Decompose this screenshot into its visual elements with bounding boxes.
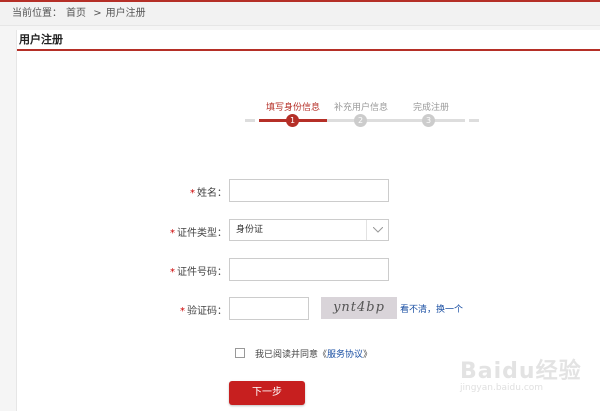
agreement-checkbox[interactable]	[235, 348, 245, 358]
step-label-2: 补充用户信息	[333, 103, 388, 113]
step-dot-1: 1	[286, 114, 299, 127]
id-number-row: * 证件号码：	[17, 258, 600, 282]
captcha-image[interactable]: ynt4bp	[321, 297, 397, 319]
captcha-label: * 验证码：	[180, 302, 227, 317]
watermark-main: Baidu经验	[460, 359, 582, 384]
id-type-select[interactable]: 身份证	[229, 219, 389, 241]
id-number-label-text: 证件号码：	[177, 267, 227, 278]
captcha-input[interactable]	[229, 297, 309, 320]
progress-steps: 填写身份信息 补充用户信息 完成注册 1 2 3	[17, 30, 600, 130]
chevron-down-icon[interactable]	[366, 220, 388, 240]
id-number-label: * 证件号码：	[170, 263, 227, 278]
id-type-selected-value: 身份证	[236, 225, 264, 235]
step-label-3: 完成注册	[412, 103, 449, 113]
step-track-inactive	[327, 119, 465, 122]
required-mark: *	[170, 228, 175, 239]
breadcrumb-current: 用户注册	[105, 8, 146, 19]
breadcrumb: 当前位置： 首页 > 用户注册	[0, 2, 600, 26]
breadcrumb-home-link[interactable]: 首页	[66, 8, 86, 19]
breadcrumb-prefix: 当前位置：	[12, 8, 62, 19]
captcha-row: * 验证码： ynt4bp 看不清，换一个	[17, 297, 600, 321]
next-step-button[interactable]: 下一步	[229, 381, 305, 405]
id-type-row: * 证件类型： 身份证	[17, 219, 600, 243]
required-mark: *	[170, 267, 175, 278]
watermark-logo: Baidu经验 jingyan.baidu.com	[460, 345, 600, 411]
captcha-refresh-link[interactable]: 看不清，换一个	[400, 302, 463, 315]
id-type-label-text: 证件类型：	[177, 228, 227, 239]
name-input[interactable]	[229, 179, 389, 202]
name-row: * 姓名：	[17, 179, 600, 203]
required-mark: *	[190, 188, 195, 199]
agreement-suffix: 》	[363, 350, 373, 360]
service-agreement-link[interactable]: 服务协议	[327, 350, 363, 360]
step-track-right	[469, 119, 479, 122]
name-label-text: 姓名：	[197, 188, 227, 199]
agreement-prefix: 我已阅读并同意《	[255, 350, 328, 360]
step-dot-3: 3	[422, 114, 435, 127]
step-dot-2: 2	[354, 114, 367, 127]
captcha-label-text: 验证码：	[187, 306, 227, 317]
breadcrumb-separator: >	[93, 8, 102, 19]
required-mark: *	[180, 306, 185, 317]
watermark-sub: jingyan.baidu.com	[460, 383, 544, 393]
id-number-input[interactable]	[229, 258, 389, 281]
step-track-left	[245, 119, 255, 122]
agreement-text: 我已阅读并同意《服务协议》	[255, 347, 372, 360]
name-label: * 姓名：	[190, 184, 227, 199]
id-type-label: * 证件类型：	[170, 224, 227, 239]
